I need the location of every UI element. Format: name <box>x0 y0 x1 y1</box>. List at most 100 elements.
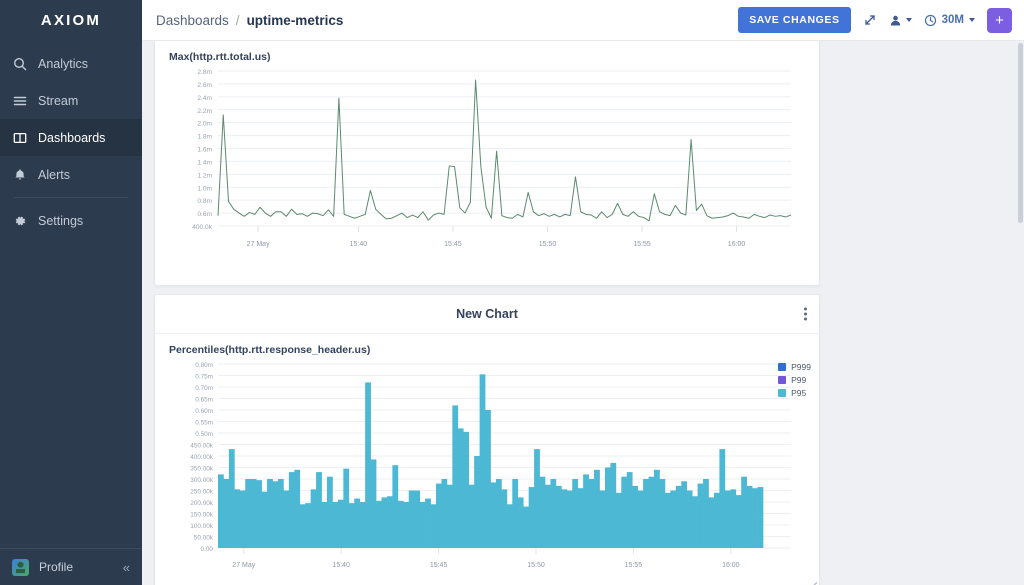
user-menu-button[interactable] <box>889 14 912 27</box>
scrollbar-thumb[interactable] <box>1018 43 1023 223</box>
svg-text:27 May: 27 May <box>247 241 270 248</box>
sidebar-item-label: Stream <box>38 94 78 108</box>
sidebar-item-stream[interactable]: Stream <box>0 82 142 119</box>
chevron-down-icon <box>969 18 975 22</box>
svg-text:27 May: 27 May <box>232 562 255 569</box>
breadcrumb: Dashboards / uptime-metrics <box>156 13 343 28</box>
svg-text:0.75m: 0.75m <box>195 374 213 381</box>
svg-text:200.00k: 200.00k <box>190 500 214 507</box>
sidebar-divider <box>14 197 128 198</box>
svg-text:1.8m: 1.8m <box>197 134 212 141</box>
sidebar-item-dashboards[interactable]: Dashboards <box>0 119 142 156</box>
app-root: AXIOM Analytics Stream <box>0 0 1024 585</box>
time-range-button[interactable]: 30M <box>924 14 975 27</box>
svg-text:0.55m: 0.55m <box>195 420 213 427</box>
svg-text:2.8m: 2.8m <box>197 69 212 76</box>
chart-card-2: New Chart Percentiles(http.rtt.response_… <box>154 294 820 585</box>
time-range-label: 30M <box>942 14 964 26</box>
stream-icon <box>12 93 27 108</box>
svg-text:16:00: 16:00 <box>722 562 740 569</box>
chart-2-legend: P999 P99 P95 <box>778 362 811 398</box>
svg-text:0.6m: 0.6m <box>197 211 212 218</box>
avatar[interactable] <box>12 559 29 576</box>
main-area: Dashboards / uptime-metrics SAVE CHANGES <box>142 0 1024 585</box>
clock-icon <box>924 14 937 27</box>
line-chart-svg: 2.8m2.6m2.4m2.2m2.0m1.8m1.6m1.4m1.2m1.0m… <box>155 63 819 263</box>
topbar: Dashboards / uptime-metrics SAVE CHANGES <box>142 0 1024 41</box>
add-chart-button[interactable]: + <box>987 8 1012 33</box>
brand-logo[interactable]: AXIOM <box>0 0 142 41</box>
profile-label[interactable]: Profile <box>39 560 113 574</box>
svg-text:2.2m: 2.2m <box>197 108 212 115</box>
svg-text:15:45: 15:45 <box>430 562 448 569</box>
chart-2-header: New Chart <box>155 295 819 334</box>
svg-text:15:55: 15:55 <box>625 562 643 569</box>
svg-text:450.00k: 450.00k <box>190 443 214 450</box>
svg-text:15:40: 15:40 <box>350 241 368 248</box>
svg-text:0.70m: 0.70m <box>195 385 213 392</box>
svg-text:100.00k: 100.00k <box>190 523 214 530</box>
sidebar-item-analytics[interactable]: Analytics <box>0 45 142 82</box>
svg-text:300.00k: 300.00k <box>190 477 214 484</box>
breadcrumb-current: uptime-metrics <box>247 13 344 28</box>
svg-text:350.00k: 350.00k <box>190 466 214 473</box>
svg-text:15:50: 15:50 <box>527 562 545 569</box>
kebab-menu-icon[interactable] <box>804 308 807 321</box>
svg-text:0.80m: 0.80m <box>195 362 213 369</box>
svg-text:0.00: 0.00 <box>201 546 214 553</box>
svg-text:2.4m: 2.4m <box>197 95 212 102</box>
sidebar: AXIOM Analytics Stream <box>0 0 142 585</box>
svg-text:250.00k: 250.00k <box>190 489 214 496</box>
bell-icon <box>12 167 27 182</box>
svg-text:1.4m: 1.4m <box>197 159 212 166</box>
brand-logo-text: AXIOM <box>41 12 101 29</box>
sidebar-item-label: Analytics <box>38 57 88 71</box>
svg-text:16:00: 16:00 <box>728 241 746 248</box>
sidebar-footer: Profile « <box>0 548 142 585</box>
svg-text:15:55: 15:55 <box>633 241 651 248</box>
topbar-actions: SAVE CHANGES <box>738 7 1012 33</box>
svg-text:50.00k: 50.00k <box>194 535 214 542</box>
legend-item[interactable]: P95 <box>778 388 811 398</box>
breadcrumb-separator: / <box>236 13 240 28</box>
chart-1-plot[interactable]: 2.8m2.6m2.4m2.2m2.0m1.8m1.6m1.4m1.2m1.0m… <box>155 63 819 268</box>
svg-text:0.50m: 0.50m <box>195 431 213 438</box>
svg-text:1.2m: 1.2m <box>197 172 212 179</box>
legend-item[interactable]: P999 <box>778 362 811 372</box>
svg-text:1.0m: 1.0m <box>197 185 212 192</box>
svg-text:1.6m: 1.6m <box>197 147 212 154</box>
dashboard-canvas: Max(http.rtt.total.us) 2.8m2.6m2.4m2.2m2… <box>142 41 1024 585</box>
svg-text:15:40: 15:40 <box>332 562 350 569</box>
save-changes-button[interactable]: SAVE CHANGES <box>738 7 850 33</box>
sidebar-item-label: Alerts <box>38 168 70 182</box>
breadcrumb-dashboards[interactable]: Dashboards <box>156 13 229 28</box>
svg-text:15:50: 15:50 <box>539 241 557 248</box>
search-icon <box>12 56 27 71</box>
svg-text:0.8m: 0.8m <box>197 198 212 205</box>
svg-text:150.00k: 150.00k <box>190 512 214 519</box>
chevron-down-icon <box>906 18 912 22</box>
svg-text:0.60m: 0.60m <box>195 408 213 415</box>
legend-swatch-p999 <box>778 363 786 371</box>
dashboards-icon <box>12 130 27 145</box>
svg-text:400.0k: 400.0k <box>192 224 213 231</box>
legend-label: P95 <box>791 388 806 398</box>
legend-label: P999 <box>791 362 811 372</box>
svg-text:2.0m: 2.0m <box>197 121 212 128</box>
bar-chart-svg: 0.80m 0.75m 0.70m 0.65m 0.60m 0.55m 0.50m 450.0… <box>155 356 819 585</box>
chart-2-metric-title: Percentiles(http.rtt.response_header.us) <box>155 334 819 356</box>
chart-2-plot[interactable]: P999 P99 P95 0.80m0.75m0.70m0.65m0.60m0.… <box>155 356 819 585</box>
sidebar-item-settings[interactable]: Settings <box>0 202 142 239</box>
chart-1-metric-title: Max(http.rtt.total.us) <box>155 41 819 63</box>
svg-text:0.65m: 0.65m <box>195 397 213 404</box>
collapse-sidebar-icon[interactable]: « <box>123 560 130 575</box>
sidebar-item-label: Settings <box>38 214 83 228</box>
chart-card-1: Max(http.rtt.total.us) 2.8m2.6m2.4m2.2m2… <box>154 41 820 286</box>
legend-item[interactable]: P99 <box>778 375 811 385</box>
legend-label: P99 <box>791 375 806 385</box>
expand-arrows-icon[interactable] <box>863 13 877 27</box>
main-scrollbar[interactable] <box>1017 41 1024 585</box>
gear-icon <box>12 213 27 228</box>
sidebar-item-label: Dashboards <box>38 131 105 145</box>
sidebar-item-alerts[interactable]: Alerts <box>0 156 142 193</box>
